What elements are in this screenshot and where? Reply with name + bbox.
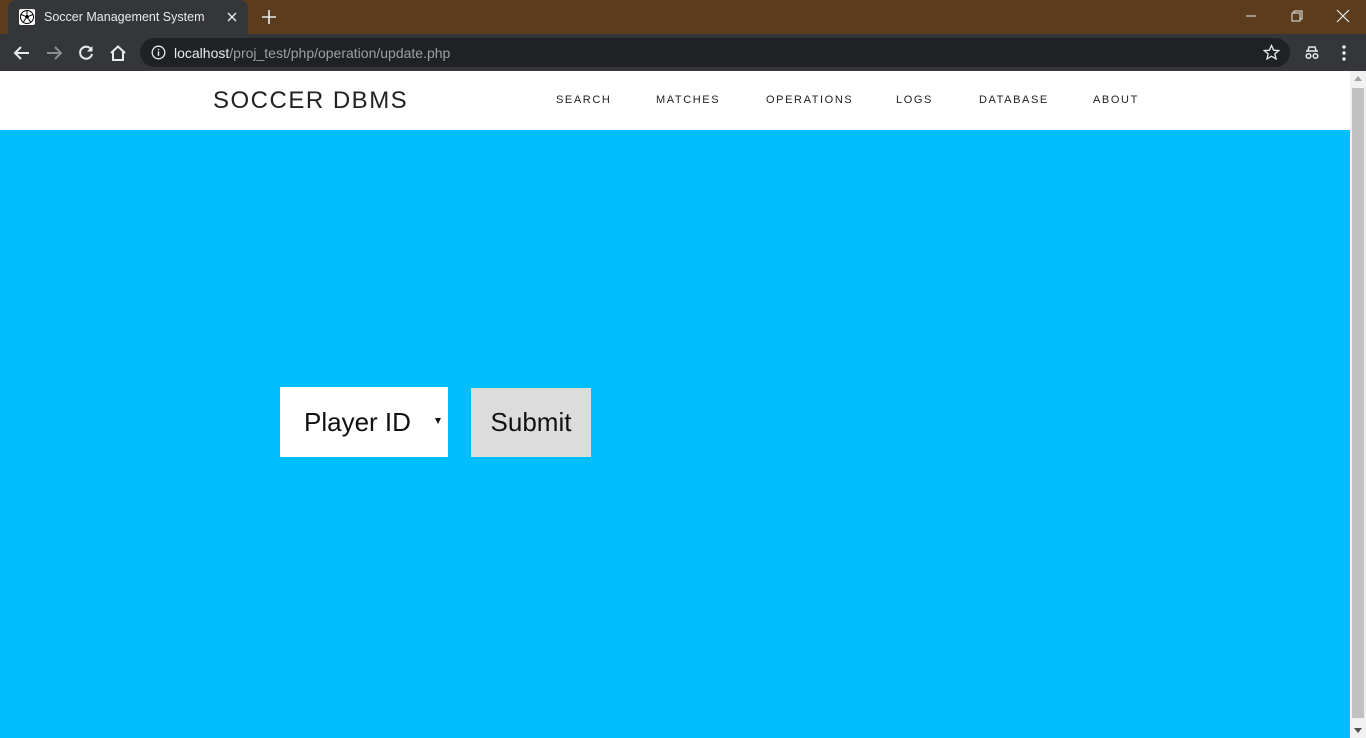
browser-titlebar: Soccer Management System bbox=[0, 0, 1366, 34]
url-text[interactable]: localhost/proj_test/php/operation/update… bbox=[174, 45, 450, 61]
scroll-down-arrow-icon[interactable] bbox=[1354, 728, 1362, 733]
minimize-icon[interactable] bbox=[1243, 8, 1259, 24]
bookmark-star-icon[interactable] bbox=[1263, 44, 1280, 61]
page-viewport: SOCCER DBMS SEARCH MATCHES OPERATIONS LO… bbox=[0, 71, 1350, 738]
scroll-up-arrow-icon[interactable] bbox=[1354, 76, 1362, 81]
new-tab-icon[interactable] bbox=[260, 8, 278, 26]
reload-icon[interactable] bbox=[76, 43, 96, 63]
site-navbar: SOCCER DBMS SEARCH MATCHES OPERATIONS LO… bbox=[0, 71, 1350, 130]
site-brand[interactable]: SOCCER DBMS bbox=[213, 87, 408, 115]
info-icon[interactable] bbox=[151, 45, 166, 60]
nav-database[interactable]: DATABASE bbox=[979, 94, 1049, 106]
nav-about[interactable]: ABOUT bbox=[1093, 94, 1139, 106]
nav-logs[interactable]: LOGS bbox=[896, 94, 933, 106]
vertical-scrollbar[interactable] bbox=[1350, 71, 1366, 738]
browser-tab[interactable]: Soccer Management System bbox=[8, 0, 248, 34]
home-icon[interactable] bbox=[108, 43, 128, 63]
url-path: /proj_test/php/operation/update.php bbox=[229, 45, 451, 61]
back-arrow-icon[interactable] bbox=[12, 43, 32, 63]
address-bar[interactable]: localhost/proj_test/php/operation/update… bbox=[140, 38, 1290, 67]
menu-kebab-icon[interactable] bbox=[1334, 43, 1354, 63]
nav-matches[interactable]: MATCHES bbox=[656, 94, 720, 106]
nav-search[interactable]: SEARCH bbox=[556, 94, 611, 106]
soccer-ball-icon bbox=[19, 9, 35, 25]
scrollbar-thumb[interactable] bbox=[1352, 88, 1364, 718]
select-value: Player ID bbox=[304, 406, 411, 437]
field-select[interactable]: Player ID bbox=[280, 387, 448, 457]
submit-button[interactable]: Submit bbox=[471, 388, 591, 457]
nav-operations[interactable]: OPERATIONS bbox=[766, 94, 853, 106]
dropdown-arrow-icon bbox=[435, 418, 441, 424]
tab-title: Soccer Management System bbox=[44, 10, 205, 24]
incognito-icon[interactable] bbox=[1302, 43, 1322, 63]
restore-icon[interactable] bbox=[1289, 8, 1305, 24]
close-window-icon[interactable] bbox=[1335, 8, 1351, 24]
forward-arrow-icon[interactable] bbox=[44, 43, 64, 63]
close-tab-icon[interactable] bbox=[224, 9, 240, 25]
url-host: localhost bbox=[174, 45, 230, 61]
browser-toolbar: localhost/proj_test/php/operation/update… bbox=[0, 34, 1366, 71]
